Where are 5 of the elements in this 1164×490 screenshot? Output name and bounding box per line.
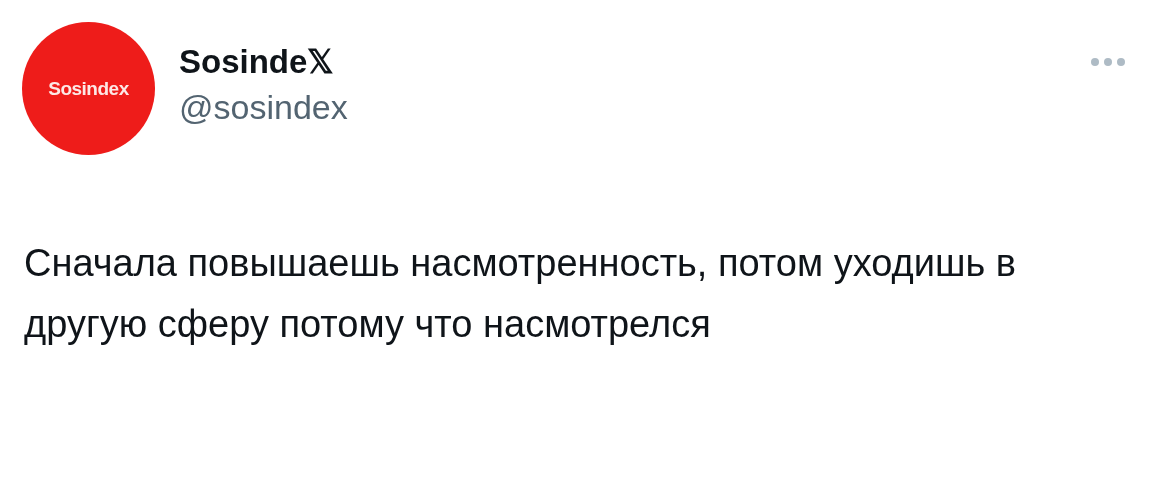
user-handle: @sosindex: [179, 87, 349, 128]
tweet-text: Сначала повышаешь насмотренность, потом уходишь в другую сферу потому что насмотрелся: [24, 241, 1017, 347]
display-name: Sosinde𝕏: [179, 42, 336, 82]
more-options-icon[interactable]: [1090, 57, 1126, 67]
avatar-logo: Sosindex: [22, 22, 155, 155]
